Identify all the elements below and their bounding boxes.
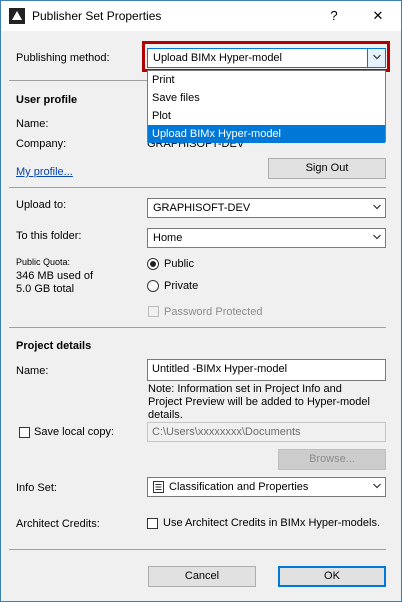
folder-select[interactable]: Home (147, 228, 386, 248)
public-radio[interactable] (147, 258, 159, 270)
divider (9, 549, 386, 550)
note-line3: details. (148, 409, 183, 421)
public-label: Public (164, 258, 194, 270)
option-save-files[interactable]: Save files (148, 89, 385, 107)
quota-value-line1: 346 MB used of (16, 270, 94, 282)
architect-credits-checkbox[interactable] (147, 518, 158, 529)
architect-credits-checkbox-label: Use Architect Credits in BIMx Hyper-mode… (163, 517, 381, 529)
user-profile-heading: User profile (16, 94, 78, 106)
publishing-method-label: Publishing method: (16, 52, 110, 64)
save-local-copy-label: Save local copy: (34, 426, 115, 438)
quota-value-line2: 5.0 GB total (16, 283, 75, 295)
cancel-button[interactable]: Cancel (148, 566, 256, 587)
note-line2: Project Preview will be added to Hyper-m… (148, 396, 370, 408)
architect-credits-label: Architect Credits: (16, 518, 100, 530)
window-title: Publisher Set Properties (32, 9, 162, 23)
chevron-down-icon (373, 234, 381, 240)
upload-to-label: Upload to: (16, 199, 67, 211)
ok-button[interactable]: OK (278, 566, 386, 587)
password-protected-label: Password Protected (164, 306, 263, 318)
info-set-select[interactable]: Classification and Properties (147, 477, 386, 497)
annotation-highlight (142, 41, 390, 72)
publishing-method-options[interactable]: Print Save files Plot Upload BIMx Hyper-… (147, 70, 386, 143)
option-upload-bimx[interactable]: Upload BIMx Hyper-model (148, 125, 385, 143)
upload-to-value: GRAPHISOFT-DEV (153, 202, 251, 214)
note-line1: Note: Information set in Project Info an… (148, 383, 342, 395)
info-set-label: Info Set: (16, 482, 57, 494)
chevron-down-icon (373, 204, 381, 210)
archicad-logo-icon (9, 8, 25, 24)
project-name-value: Untitled -BIMx Hyper-model (152, 363, 288, 375)
divider (9, 327, 386, 328)
option-plot[interactable]: Plot (148, 107, 385, 125)
upload-to-select[interactable]: GRAPHISOFT-DEV (147, 198, 386, 218)
info-set-value: Classification and Properties (169, 481, 309, 493)
document-icon (153, 481, 164, 493)
project-name-label: Name: (16, 365, 49, 377)
private-radio[interactable] (147, 280, 159, 292)
my-profile-link[interactable]: My profile... (16, 166, 73, 178)
option-print[interactable]: Print (148, 71, 385, 89)
password-protected-checkbox[interactable] (148, 306, 159, 317)
project-details-heading: Project details (16, 340, 92, 352)
local-path-value: C:\Users\xxxxxxxx\Documents (152, 426, 301, 438)
browse-button[interactable]: Browse... (278, 449, 386, 470)
title-bar: Publisher Set Properties ? ✕ (1, 1, 401, 31)
project-name-input[interactable]: Untitled -BIMx Hyper-model (147, 359, 386, 381)
folder-value: Home (153, 232, 183, 244)
public-quota-label: Public Quota: (16, 257, 71, 267)
dialog-window: Publisher Set Properties ? ✕ Publishing … (0, 0, 402, 602)
chevron-down-icon (373, 483, 381, 489)
company-label: Company: (16, 138, 67, 150)
local-path-input[interactable]: C:\Users\xxxxxxxx\Documents (147, 422, 386, 442)
divider (9, 187, 386, 188)
close-button[interactable]: ✕ (358, 3, 398, 29)
folder-label: To this folder: (16, 230, 82, 242)
save-local-copy-checkbox[interactable] (19, 427, 30, 438)
name-label: Name: (16, 118, 49, 130)
sign-out-button[interactable]: Sign Out (268, 158, 386, 179)
private-label: Private (164, 280, 199, 292)
help-button[interactable]: ? (314, 3, 354, 29)
